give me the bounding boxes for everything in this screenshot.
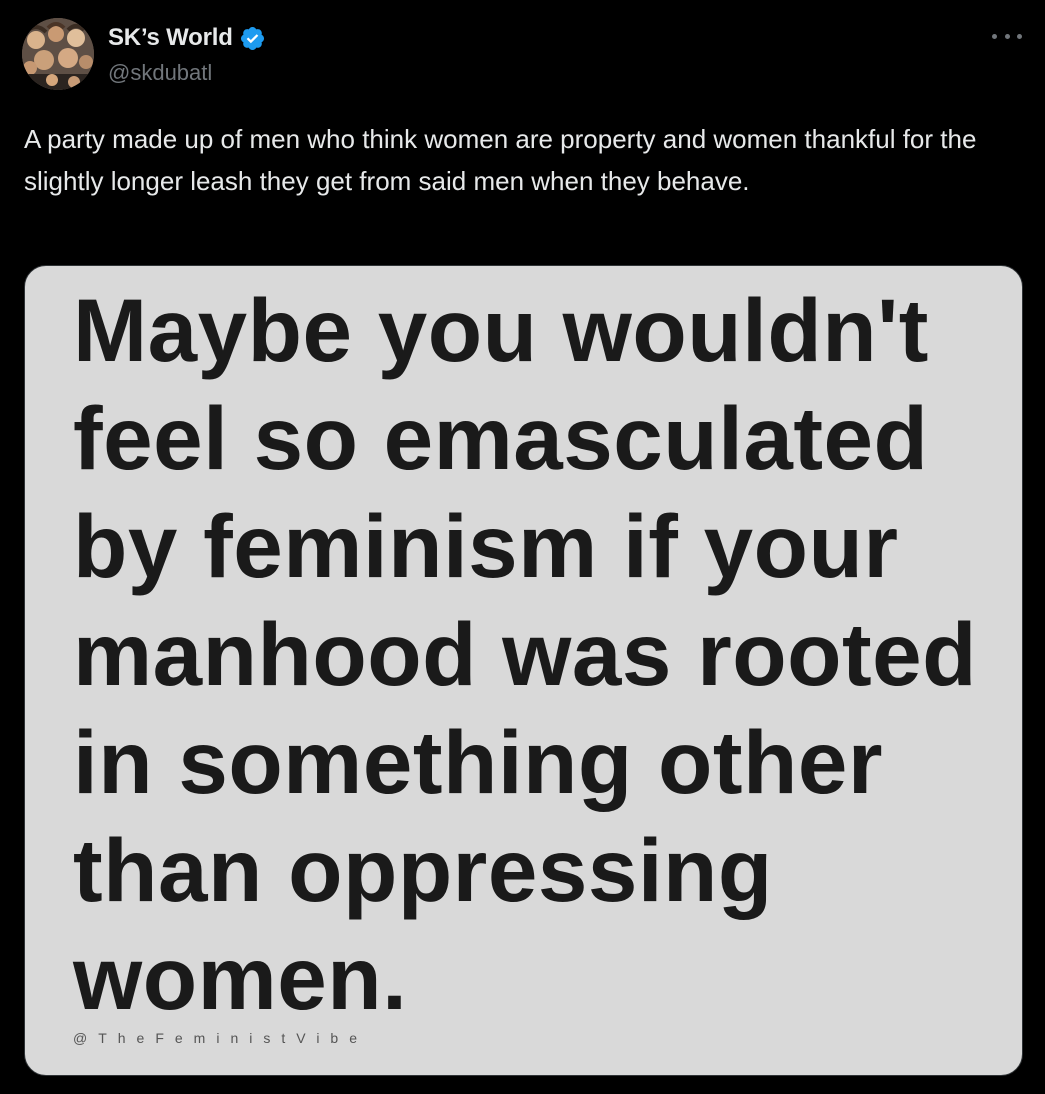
avatar[interactable] <box>22 18 94 90</box>
user-handle[interactable]: @skdubatl <box>108 60 212 86</box>
tweet-header: SK’s World @skdubatl <box>22 18 1022 90</box>
watermark: @TheFeministVibe <box>73 1030 368 1046</box>
verified-badge-icon[interactable] <box>239 25 266 52</box>
more-dot <box>1017 33 1022 39</box>
tweet-post: SK’s World @skdubatl A party made up of … <box>0 0 1045 1094</box>
more-dot <box>1004 33 1010 39</box>
quote-text: Maybe you wouldn't feel so emasculated b… <box>73 280 977 1028</box>
name-row: SK’s World <box>108 22 266 54</box>
more-options-icon[interactable] <box>992 26 1022 46</box>
tweet-text: A party made up of men who think women a… <box>24 124 977 196</box>
display-name[interactable]: SK’s World <box>108 24 233 52</box>
profile-avatar-image <box>22 18 94 90</box>
tweet-media-image[interactable]: Maybe you wouldn't feel so emasculated b… <box>24 265 1023 1076</box>
more-dot <box>992 33 997 39</box>
